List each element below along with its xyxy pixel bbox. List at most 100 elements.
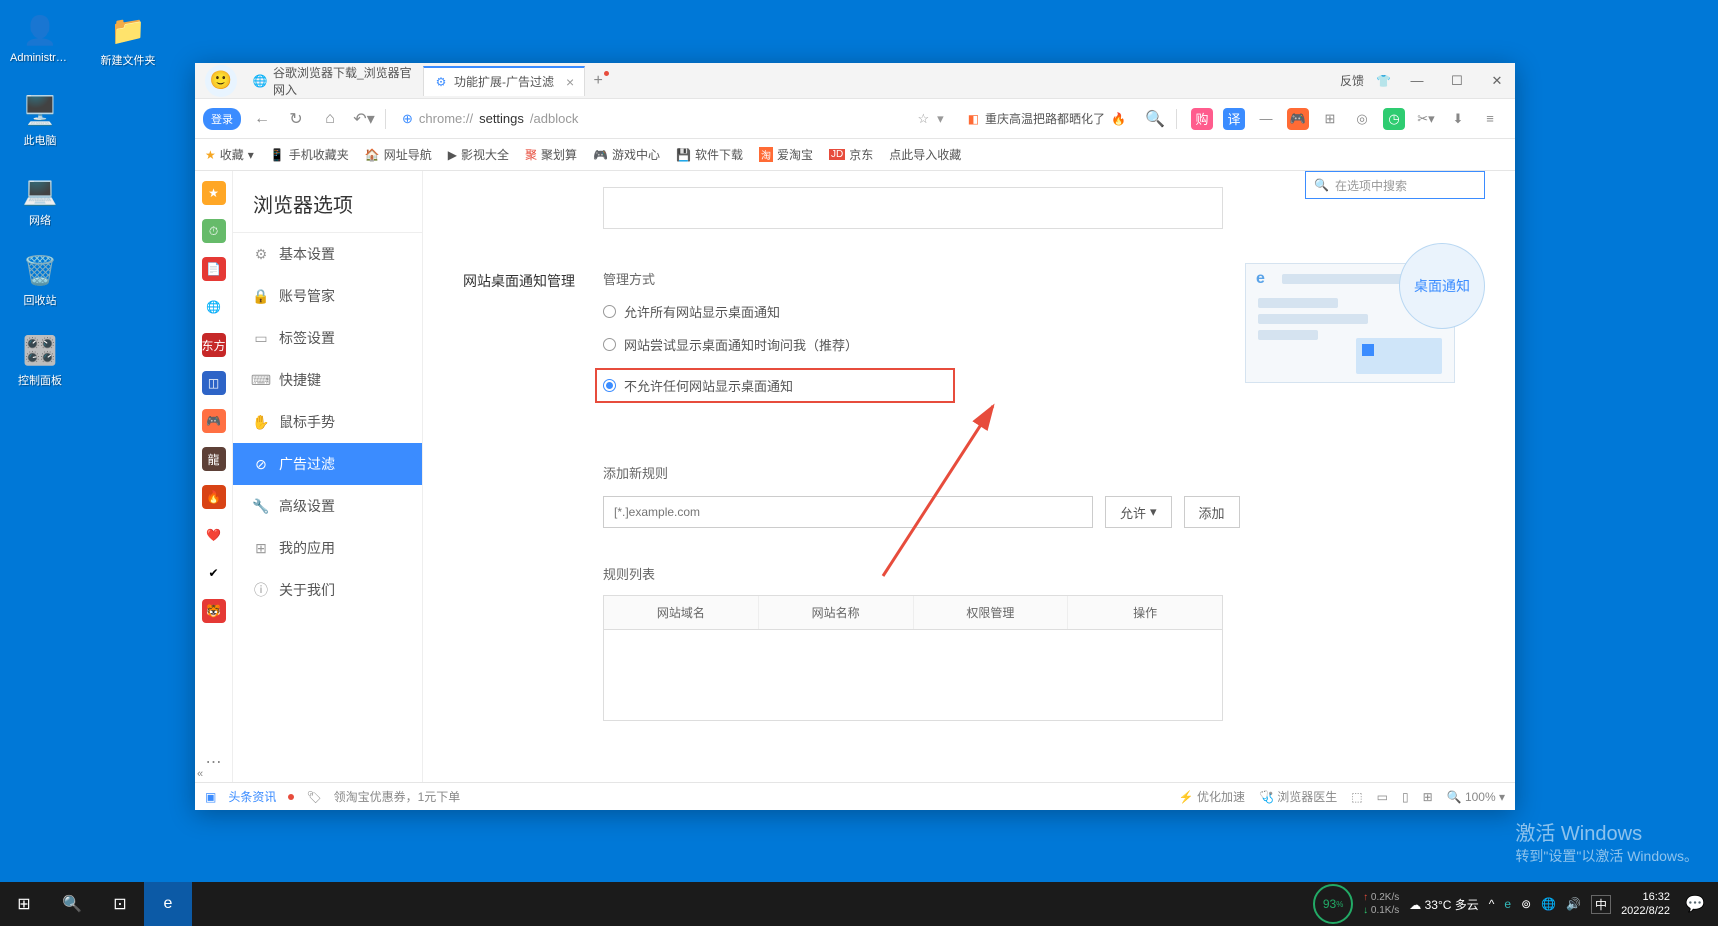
- doctor-link[interactable]: 🩺 浏览器医生: [1259, 788, 1337, 805]
- url-mid: settings: [479, 111, 524, 126]
- rule-input[interactable]: [603, 496, 1093, 528]
- strip-fire-icon[interactable]: 🔥: [202, 485, 226, 509]
- ext-game-icon[interactable]: 🎮: [1287, 108, 1309, 130]
- search-button[interactable]: 🔍: [48, 882, 96, 926]
- bookmark-software[interactable]: 💾软件下载: [676, 146, 743, 163]
- strip-fav-icon[interactable]: ★: [202, 181, 226, 205]
- strip-chrome-icon[interactable]: 🌐: [202, 295, 226, 319]
- sidebar-item-account[interactable]: 🔒账号管家: [233, 275, 422, 317]
- headline-bar[interactable]: ◧ 重庆高温把路都晒化了 🔥: [960, 110, 1134, 127]
- clock[interactable]: 16:32 2022/8/22: [1621, 890, 1670, 919]
- star-icon[interactable]: ☆: [918, 111, 930, 127]
- back-button[interactable]: ←: [249, 106, 275, 132]
- status-coupon[interactable]: 领淘宝优惠券，1元下单: [334, 788, 461, 805]
- search-icon[interactable]: 🔍: [1142, 106, 1168, 132]
- tab-label: 功能扩展-广告过滤: [454, 73, 554, 90]
- sidebar-item-advanced[interactable]: 🔧高级设置: [233, 485, 422, 527]
- bookmark-import[interactable]: 点此导入收藏: [889, 146, 961, 163]
- status-news[interactable]: 头条资讯: [228, 788, 276, 805]
- strip-nike-icon[interactable]: ✔: [202, 561, 226, 585]
- ext-dash-icon[interactable]: —: [1255, 108, 1277, 130]
- sidebar-item-basic[interactable]: ⚙基本设置: [233, 233, 422, 275]
- home-button[interactable]: ⌂: [317, 106, 343, 132]
- bookmark-video[interactable]: ▶影视大全: [448, 146, 509, 163]
- maximize-button[interactable]: ☐: [1443, 67, 1471, 95]
- status-icon-2[interactable]: ▭: [1377, 790, 1388, 804]
- status-icon-3[interactable]: ▯: [1402, 790, 1409, 804]
- bookmark-games[interactable]: 🎮游戏中心: [593, 146, 660, 163]
- sidebar-item-about[interactable]: ⓘ关于我们: [233, 569, 422, 611]
- tray-chevron-icon[interactable]: ^: [1489, 897, 1495, 911]
- taskview-button[interactable]: ⊡: [96, 882, 144, 926]
- ext-download-icon[interactable]: ⬇: [1447, 108, 1469, 130]
- dropdown-icon[interactable]: ▾: [937, 111, 944, 127]
- sidebar-item-adblock[interactable]: ⊘广告过滤: [233, 443, 422, 485]
- strip-collapse-icon[interactable]: «: [197, 768, 203, 780]
- optimize-link[interactable]: ⚡ 优化加速: [1179, 788, 1245, 805]
- add-button[interactable]: 添加: [1184, 496, 1240, 528]
- ext-green-icon[interactable]: ◷: [1383, 108, 1405, 130]
- status-icon-4[interactable]: ⊞: [1423, 790, 1433, 804]
- action-center-icon[interactable]: 💬: [1680, 882, 1710, 926]
- undo-button[interactable]: ↶▾: [351, 106, 377, 132]
- tray-edge-icon[interactable]: e: [1504, 897, 1511, 911]
- skin-icon[interactable]: 👕: [1376, 74, 1391, 88]
- ext-shopping-icon[interactable]: 购: [1191, 108, 1213, 130]
- allow-button[interactable]: 允许 ▾: [1105, 496, 1172, 528]
- desktop-icon-recycle[interactable]: 🗑️回收站: [10, 250, 70, 308]
- strip-clock-icon[interactable]: ⏱: [202, 219, 226, 243]
- ext-menu-icon[interactable]: ≡: [1479, 108, 1501, 130]
- strip-pdf-icon[interactable]: 📄: [202, 257, 226, 281]
- status-icon-1[interactable]: ⬚: [1351, 790, 1362, 804]
- edge-taskbar-icon[interactable]: e: [144, 882, 192, 926]
- tab-chrome-download[interactable]: 🌐 谷歌浏览器下载_浏览器官网入: [243, 66, 423, 96]
- ime-indicator[interactable]: 中: [1591, 895, 1611, 914]
- sidebar-item-apps[interactable]: ⊞我的应用: [233, 527, 422, 569]
- strip-game-icon[interactable]: 🎮: [202, 409, 226, 433]
- profile-avatar-icon[interactable]: 🙂: [205, 65, 237, 97]
- bookmark-mobile[interactable]: 📱手机收藏夹: [270, 146, 349, 163]
- news-icon[interactable]: ▣: [205, 790, 216, 804]
- zoom-indicator[interactable]: 🔍 100% ▾: [1447, 790, 1505, 804]
- ext-circle-icon[interactable]: ◎: [1351, 108, 1373, 130]
- radio-block-all[interactable]: 不允许任何网站显示桌面通知: [603, 376, 793, 395]
- start-button[interactable]: ⊞: [0, 882, 48, 926]
- feedback-link[interactable]: 反馈: [1340, 72, 1364, 89]
- sidebar-item-tabs[interactable]: ▭标签设置: [233, 317, 422, 359]
- tray-guard-icon[interactable]: ⊚: [1521, 897, 1531, 911]
- bookmark-nav[interactable]: 🏠网址导航: [365, 146, 432, 163]
- strip-heart-icon[interactable]: ❤️: [202, 523, 226, 547]
- ext-translate-icon[interactable]: 译: [1223, 108, 1245, 130]
- strip-more-icon[interactable]: ⋯: [206, 752, 222, 772]
- desktop-icon-admin[interactable]: 👤Administra...: [10, 10, 70, 68]
- bookmark-juhuasuan[interactable]: 聚聚划算: [525, 146, 577, 163]
- ext-grid-icon[interactable]: ⊞: [1319, 108, 1341, 130]
- weather-tray[interactable]: ☁ 33°C 多云: [1409, 896, 1479, 913]
- tab-adblock-settings[interactable]: ⚙ 功能扩展-广告过滤 ×: [423, 66, 585, 96]
- bookmark-taobao[interactable]: 淘爱淘宝: [759, 146, 813, 163]
- new-tab-button[interactable]: +: [585, 72, 611, 90]
- desktop-icon-control[interactable]: 🎛️控制面板: [10, 330, 70, 388]
- strip-east-icon[interactable]: 东方: [202, 333, 226, 357]
- sidebar-item-gesture[interactable]: ✋鼠标手势: [233, 401, 422, 443]
- speed-meter[interactable]: 93%: [1313, 884, 1353, 924]
- strip-blue-icon[interactable]: ◫: [202, 371, 226, 395]
- desktop-icon-pc[interactable]: 🖥️此电脑: [10, 90, 70, 148]
- tray-volume-icon[interactable]: 🔊: [1566, 897, 1581, 911]
- close-button[interactable]: ✕: [1483, 67, 1511, 95]
- minimize-button[interactable]: —: [1403, 67, 1431, 95]
- login-button[interactable]: 登录: [203, 108, 241, 130]
- url-bar[interactable]: ⊕ chrome://settings/adblock ☆ ▾: [394, 105, 952, 133]
- desktop-icon-folder[interactable]: 📁新建文件夹: [98, 10, 158, 68]
- strip-tiger-icon[interactable]: 🐯: [202, 599, 226, 623]
- close-icon[interactable]: ×: [566, 74, 574, 90]
- settings-search-input[interactable]: 🔍 在选项中搜索: [1305, 171, 1485, 199]
- refresh-button[interactable]: ↻: [283, 106, 309, 132]
- ext-scissors-icon[interactable]: ✂▾: [1415, 108, 1437, 130]
- bookmark-jd[interactable]: JD京东: [829, 146, 873, 163]
- strip-dragon-icon[interactable]: 龍: [202, 447, 226, 471]
- sidebar-item-shortcut[interactable]: ⌨快捷键: [233, 359, 422, 401]
- bookmark-fav[interactable]: ★收藏 ▾: [205, 146, 254, 163]
- tray-network-icon[interactable]: 🌐: [1541, 897, 1556, 911]
- desktop-icon-network[interactable]: 💻网络: [10, 170, 70, 228]
